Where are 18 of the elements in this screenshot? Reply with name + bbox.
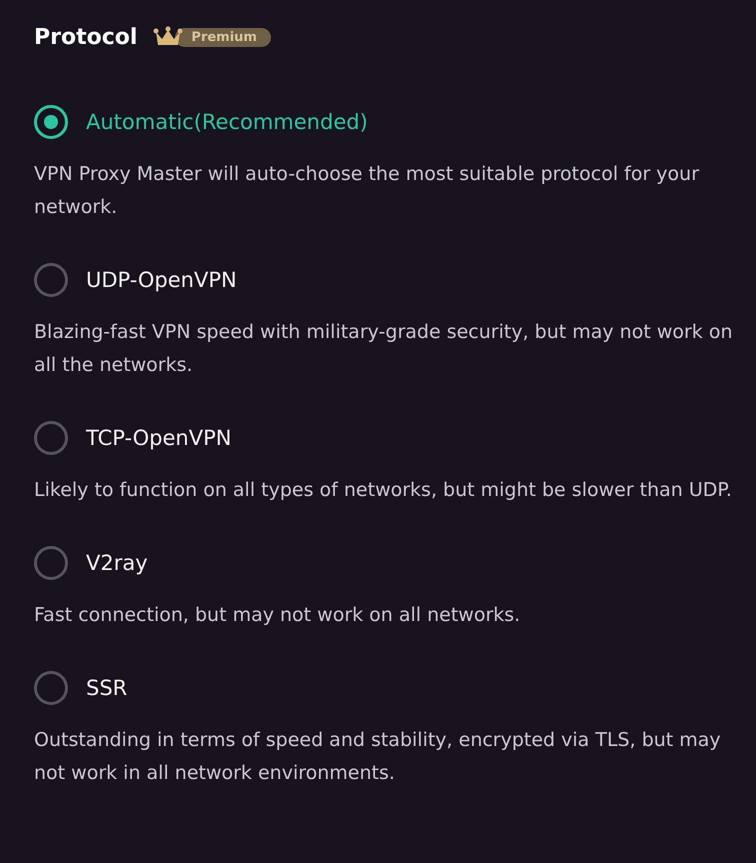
option-label[interactable]: V2ray: [86, 551, 148, 575]
option-description: VPN Proxy Master will auto-choose the most suitable protocol for your network.: [34, 162, 700, 220]
section-title: Protocol: [34, 24, 138, 50]
radio-button[interactable]: [34, 263, 68, 297]
option-description: Outstanding in terms of speed and stability, encrypted via TLS, but may not work in all network environments.: [34, 728, 722, 786]
option-label[interactable]: Automatic(Recommended): [86, 110, 368, 134]
premium-badge: Premium: [175, 28, 271, 46]
option-description: Blazing-fast VPN speed with military-grade security, but may not work on all the networks.: [34, 320, 734, 378]
radio-button[interactable]: [34, 105, 68, 139]
radio-button[interactable]: [34, 671, 68, 705]
option-label[interactable]: SSR: [86, 676, 128, 700]
crown-icon: [153, 26, 184, 48]
radio-button[interactable]: [34, 421, 68, 455]
option-label[interactable]: TCP-OpenVPN: [86, 426, 232, 450]
option-description: Likely to function on all types of networks, but might be slower than UDP.: [34, 478, 733, 503]
option-description: Fast connection, but may not work on all networks.: [34, 603, 522, 628]
radio-button[interactable]: [34, 546, 68, 580]
option-label[interactable]: UDP-OpenVPN: [86, 268, 237, 292]
